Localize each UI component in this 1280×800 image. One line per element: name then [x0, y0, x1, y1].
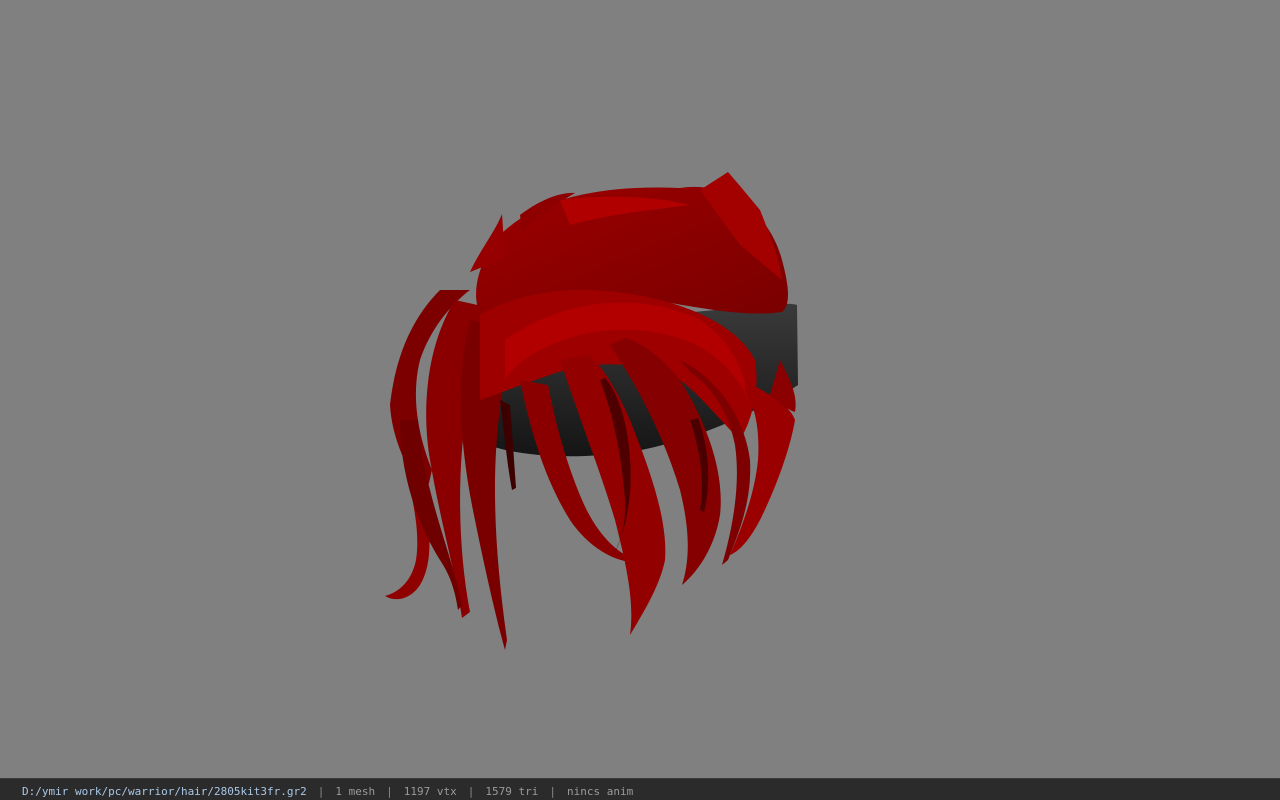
- vertex-count-label: 1197 vtx: [403, 785, 457, 798]
- status-separator: |: [317, 785, 325, 798]
- status-bar: D:/ymir work/pc/warrior/hair/2805kit3fr.…: [0, 778, 1280, 800]
- status-separator: |: [549, 785, 556, 798]
- mesh-count-label: 1 mesh: [335, 785, 376, 798]
- triangle-count-label: 1579 tri: [485, 785, 539, 798]
- hair-model-render: [385, 172, 798, 650]
- status-separator: |: [467, 785, 475, 798]
- animation-status-label: nincs anim: [567, 785, 634, 798]
- status-separator: |: [386, 785, 393, 798]
- file-path-label: D:/ymir work/pc/warrior/hair/2805kit3fr.…: [22, 785, 307, 798]
- 3d-viewport[interactable]: [0, 0, 1280, 778]
